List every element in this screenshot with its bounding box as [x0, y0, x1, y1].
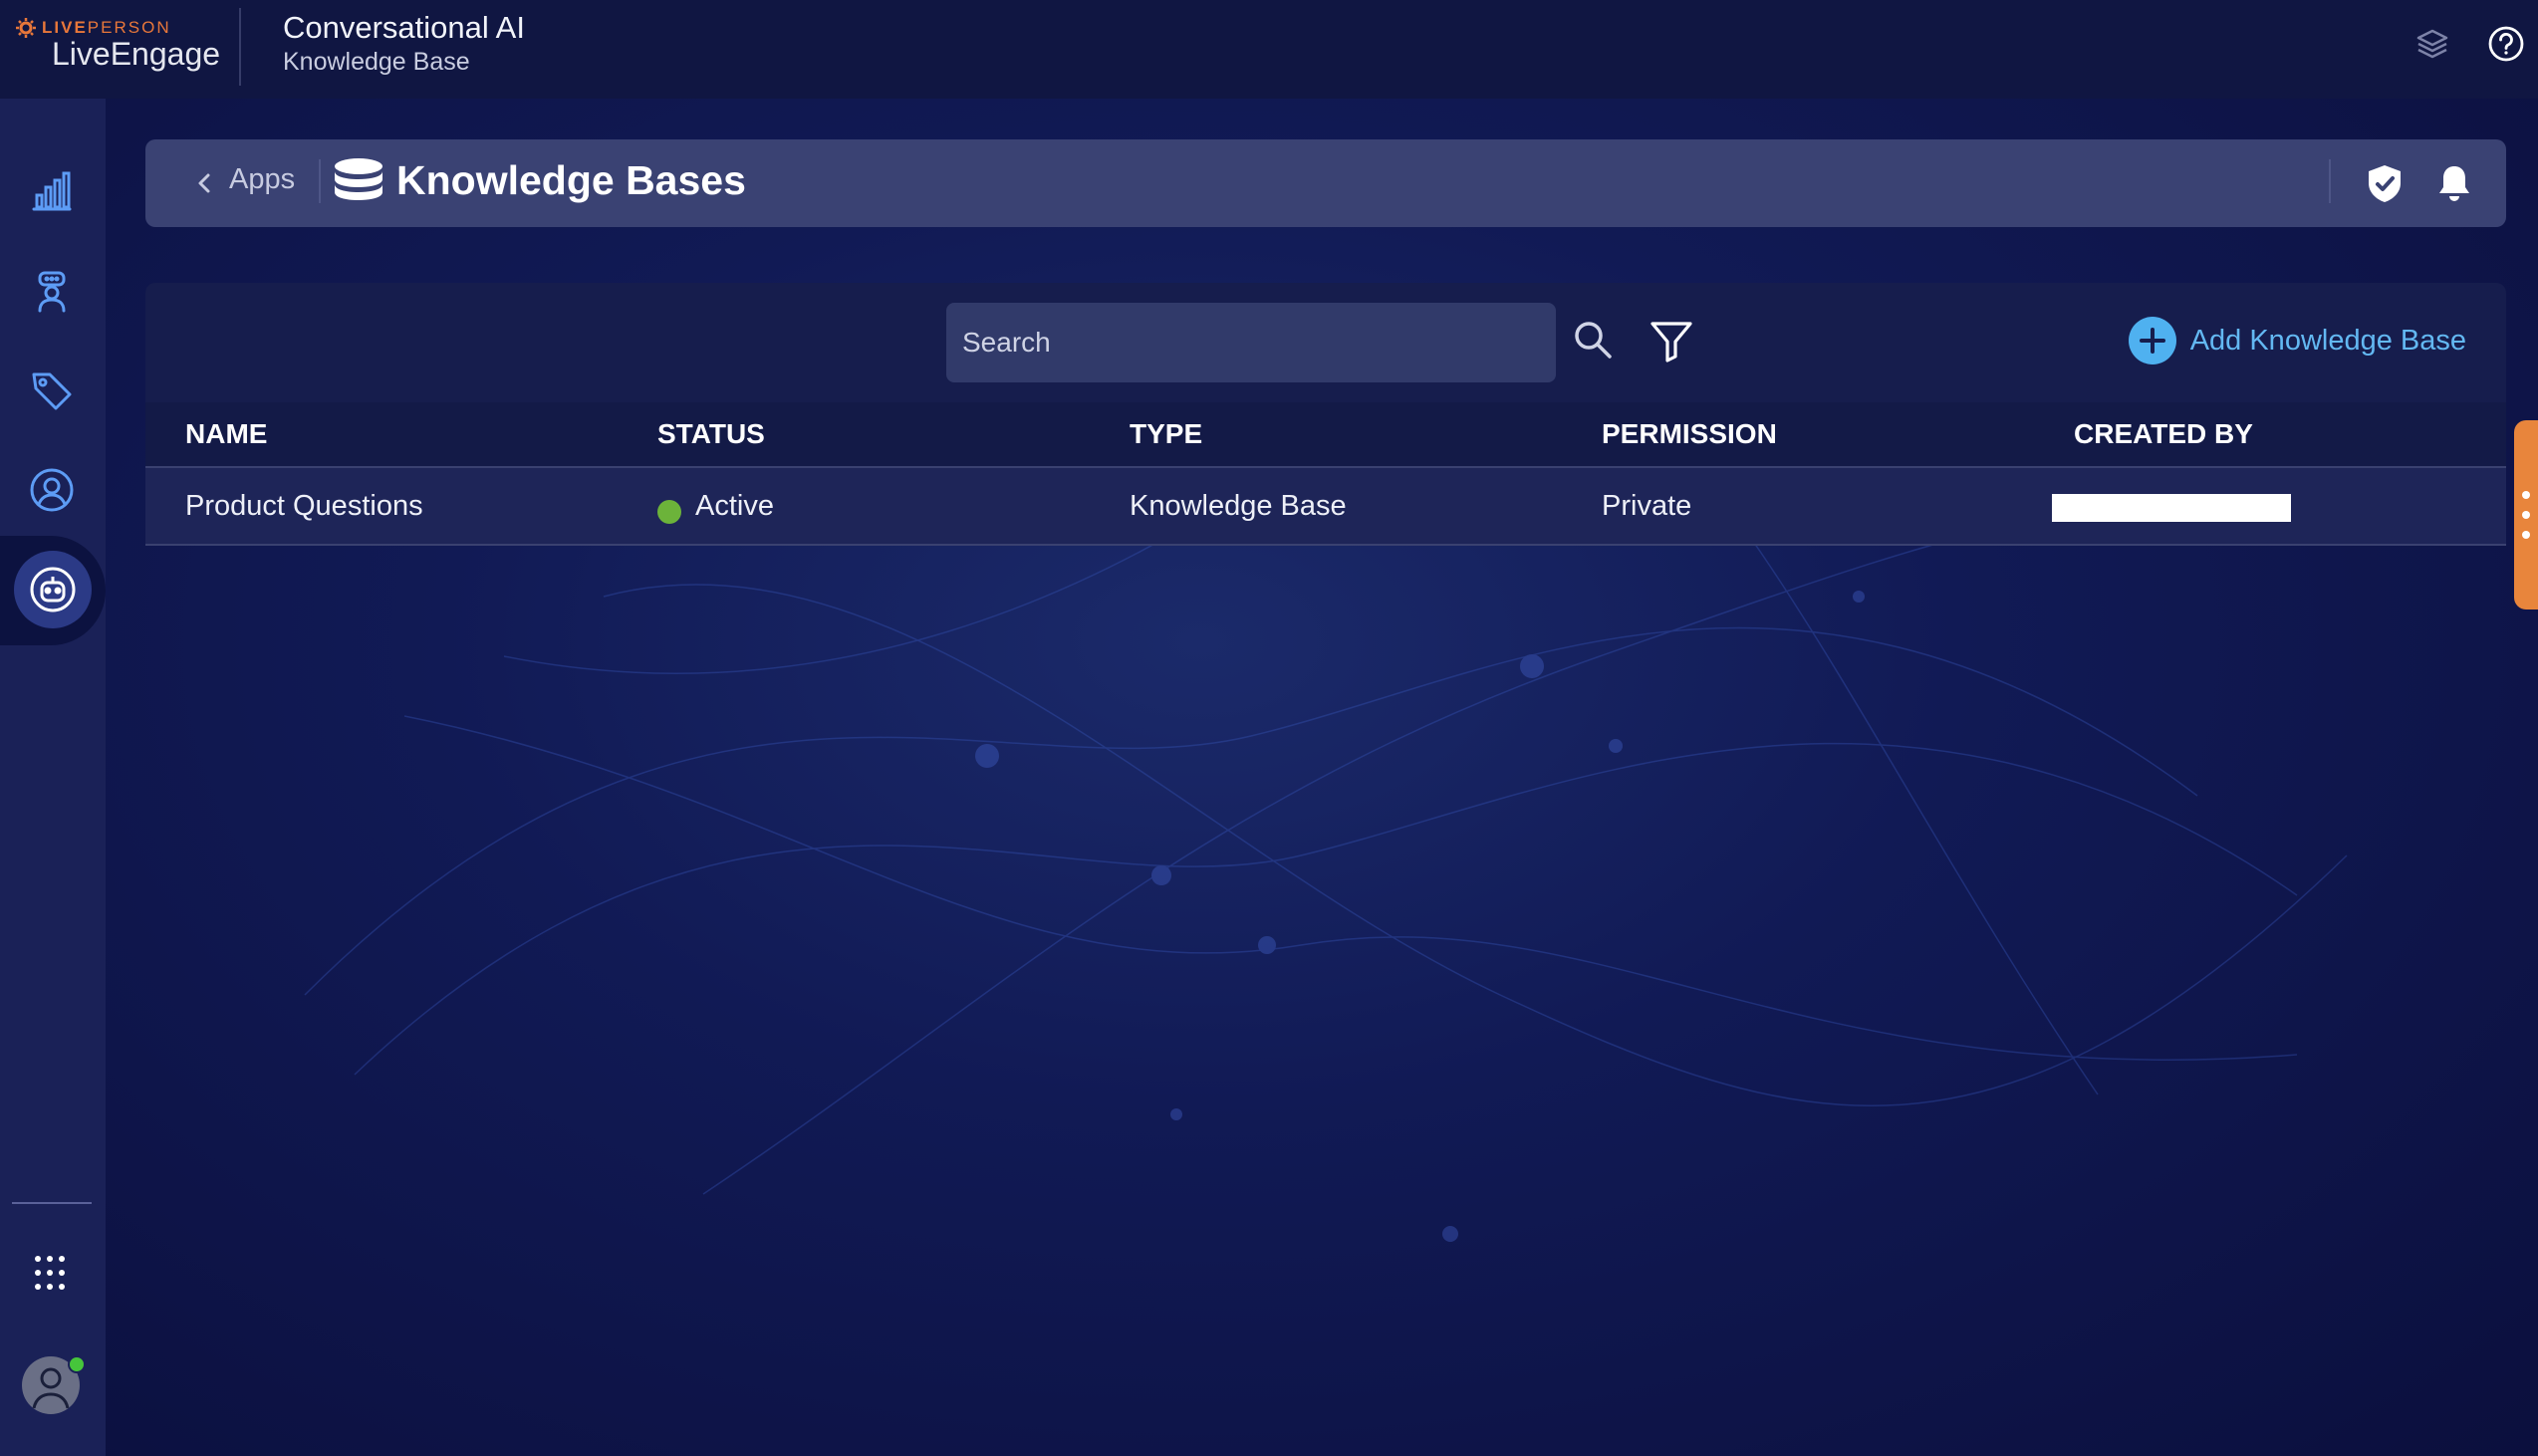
brand-logo[interactable]: LIVEPERSON LiveEngage: [16, 18, 230, 78]
add-knowledge-base-label: Add Knowledge Base: [2189, 324, 2466, 357]
column-header-status[interactable]: STATUS: [657, 418, 765, 450]
database-icon: [333, 157, 384, 209]
column-header-created-by[interactable]: CREATED BY: [2074, 418, 2253, 450]
brand-divider: [239, 8, 241, 86]
brand-live: LIVE: [42, 18, 88, 37]
column-header-permission[interactable]: PERMISSION: [1602, 418, 1777, 450]
row-type: Knowledge Base: [1130, 490, 1347, 522]
plus-circle-icon: [2128, 317, 2176, 364]
row-status: Active: [695, 490, 774, 522]
back-chevron-icon[interactable]: [187, 165, 223, 201]
header-separator: [319, 159, 321, 203]
column-header-type[interactable]: TYPE: [1130, 418, 1202, 450]
analytics-icon[interactable]: [20, 159, 84, 223]
help-icon[interactable]: [2484, 22, 2528, 66]
layers-icon[interactable]: [2411, 22, 2454, 66]
row-created-by-redacted: [2052, 494, 2291, 522]
tag-icon[interactable]: [20, 359, 84, 422]
top-bar: LIVEPERSON LiveEngage Conversational AI …: [0, 0, 2538, 99]
add-knowledge-base-button[interactable]: Add Knowledge Base: [2128, 317, 2466, 364]
side-tab-dot: [2522, 531, 2530, 539]
header-separator-right: [2329, 159, 2331, 203]
table-header: NAME STATUS TYPE PERMISSION CREATED BY: [145, 402, 2506, 468]
side-tab-dot: [2522, 511, 2530, 519]
search-input[interactable]: [946, 303, 1556, 382]
status-active-dot: [657, 500, 681, 524]
page-header: Apps Knowledge Bases: [145, 139, 2506, 227]
back-to-apps-link[interactable]: Apps: [229, 163, 295, 196]
app-subtitle: Knowledge Base: [283, 48, 470, 76]
table-row[interactable]: Product Questions Active Knowledge Base …: [145, 468, 2506, 546]
search-icon[interactable]: [1570, 317, 1616, 363]
user-icon[interactable]: [20, 458, 84, 522]
top-icons: [2411, 22, 2528, 66]
filter-icon[interactable]: [1648, 317, 1695, 364]
sidebar-separator: [12, 1202, 92, 1204]
liveperson-sun-icon: [16, 18, 36, 38]
page-title: Knowledge Bases: [396, 157, 746, 203]
brand-wordmark: LIVEPERSON: [16, 18, 171, 38]
bot-icon[interactable]: [14, 551, 92, 628]
shield-icon[interactable]: [2363, 161, 2407, 205]
apps-grid-icon[interactable]: [22, 1243, 86, 1307]
column-header-name[interactable]: NAME: [185, 418, 267, 450]
presence-status-indicator: [68, 1355, 86, 1373]
brand-person: PERSON: [87, 18, 171, 37]
row-permission: Private: [1602, 490, 1692, 522]
knowledge-base-table-panel: Add Knowledge Base NAME STATUS TYPE PERM…: [145, 283, 2506, 546]
brand-name: LiveEngage: [52, 36, 221, 72]
agent-workspace-icon[interactable]: [20, 259, 84, 323]
feedback-side-tab[interactable]: [2514, 420, 2538, 609]
bell-icon[interactable]: [2432, 161, 2476, 205]
app-title: Conversational AI: [283, 10, 525, 45]
row-name[interactable]: Product Questions: [185, 490, 423, 523]
side-tab-dot: [2522, 491, 2530, 499]
